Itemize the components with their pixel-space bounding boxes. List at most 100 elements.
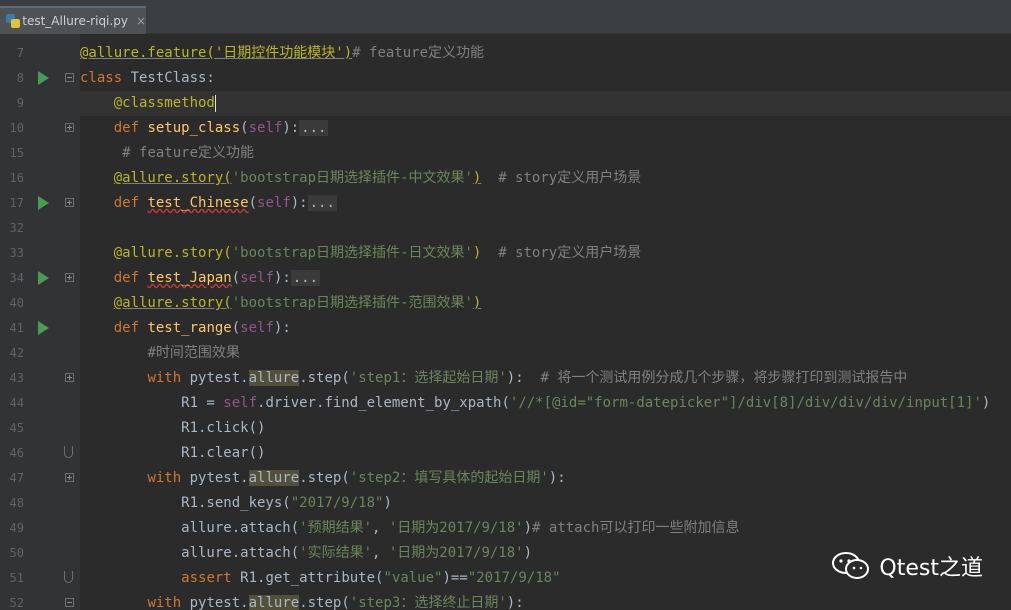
code-text: with pytest.allure.step('step1：选择起始日期'):… [80, 366, 907, 391]
code-token: def [113, 120, 148, 136]
code-line[interactable]: 9 @classmethod [0, 91, 1011, 116]
line-number: 8 [16, 71, 24, 85]
code-token: ): [548, 470, 566, 486]
code-token: 'step1：选择起始日期' [349, 370, 507, 386]
code-token: 'step3：选择终止日期' [349, 595, 507, 610]
line-number: 50 [9, 546, 24, 560]
line-number: 48 [9, 496, 24, 510]
code-token: self [248, 120, 283, 136]
code-text: R1.clear() [80, 441, 265, 466]
code-token: pytest. [189, 470, 249, 486]
code-line[interactable]: 8 class TestClass: [0, 66, 1011, 91]
code-token: test_Japan [147, 270, 232, 286]
code-text: def test_range(self): [80, 316, 291, 341]
code-token: ) [523, 545, 533, 561]
code-token: '日期为2017/9/18' [388, 520, 524, 536]
close-tab-icon[interactable]: × [136, 14, 146, 28]
code-token: R1.click() [80, 420, 266, 436]
run-test-icon[interactable] [38, 271, 49, 285]
code-token: '实际结果' [299, 545, 373, 561]
code-token: 'bootstrap日期选择插件-范围效果' [231, 295, 473, 311]
line-number: 49 [9, 521, 24, 535]
expand-fold-icon[interactable] [65, 123, 74, 132]
editor-tab[interactable]: test_Allure-riqi.py × [0, 6, 146, 34]
run-test-icon[interactable] [38, 321, 49, 335]
code-token: 'bootstrap日期选择插件-日文效果' [231, 245, 473, 261]
code-line[interactable]: 46 R1.clear() [0, 441, 1011, 466]
code-line[interactable]: 10 def setup_class(self):... [0, 116, 1011, 141]
code-text: @classmethod [80, 91, 216, 116]
code-token: 'bootstrap日期选择插件-中文效果' [231, 170, 473, 186]
code-token: ): [506, 595, 524, 610]
line-number: 10 [9, 121, 24, 135]
line-number: 34 [9, 271, 24, 285]
code-token: ) [383, 495, 392, 511]
code-text: def test_Chinese(self):... [80, 191, 337, 216]
code-token: self [257, 195, 291, 211]
line-number: 40 [9, 296, 24, 310]
line-number: 15 [9, 146, 24, 160]
expand-fold-icon[interactable] [65, 273, 74, 282]
code-token: 'step2：填写具体的起始日期' [349, 470, 549, 486]
code-line[interactable]: 17 def test_Chinese(self):... [0, 191, 1011, 216]
code-text: @allure.story('bootstrap日期选择插件-日文效果') # … [80, 241, 641, 266]
code-token: allure.attach( [80, 520, 300, 536]
code-token: ... [299, 120, 329, 136]
code-token: R1.clear() [80, 445, 266, 461]
code-line[interactable]: 47 with pytest.allure.step('step2：填写具体的起… [0, 466, 1011, 491]
code-line[interactable]: 16 @allure.story('bootstrap日期选择插件-中文效果')… [0, 166, 1011, 191]
code-line[interactable]: 49 allure.attach('预期结果', '日期为2017/9/18')… [0, 516, 1011, 541]
code-line[interactable]: 44 R1 = self.driver.find_element_by_xpat… [0, 391, 1011, 416]
code-token: class [80, 70, 131, 86]
text-caret [214, 94, 216, 112]
line-number: 43 [9, 371, 24, 385]
code-token: # story定义用户场景 [498, 245, 642, 261]
code-token: @allure.story( [113, 170, 232, 186]
code-text: @allure.feature('日期控件功能模块')# feature定义功能 [80, 41, 484, 66]
code-token: R1.get_attribute( [240, 570, 384, 586]
code-line[interactable]: 40 @allure.story('bootstrap日期选择插件-范围效果') [0, 291, 1011, 316]
code-text: R1.send_keys("2017/9/18") [80, 491, 392, 516]
code-line[interactable]: 48 R1.send_keys("2017/9/18") [0, 491, 1011, 516]
code-token: ): [273, 320, 291, 336]
code-line[interactable]: 45 R1.click() [0, 416, 1011, 441]
code-line[interactable]: 41 def test_range(self): [0, 316, 1011, 341]
run-test-icon[interactable] [38, 196, 49, 210]
code-token: allure [248, 370, 300, 386]
code-line[interactable]: 32 [0, 216, 1011, 241]
line-number: 45 [9, 421, 24, 435]
code-line[interactable]: 52 with pytest.allure.step('step3：选择终止日期… [0, 591, 1011, 610]
code-line[interactable]: 33 @allure.story('bootstrap日期选择插件-日文效果')… [0, 241, 1011, 266]
code-token: # story定义用户场景 [498, 170, 642, 186]
fold-end-icon[interactable] [64, 571, 73, 583]
collapse-fold-icon[interactable] [65, 598, 74, 607]
line-number: 17 [9, 196, 24, 210]
expand-fold-icon[interactable] [65, 373, 74, 382]
code-line[interactable]: 34 def test_Japan(self):... [0, 266, 1011, 291]
code-line[interactable]: 43 with pytest.allure.step('step1：选择起始日期… [0, 366, 1011, 391]
fold-end-icon[interactable] [64, 446, 73, 458]
code-token: allure [248, 595, 300, 610]
code-token: ): [282, 120, 300, 136]
python-file-icon [6, 14, 20, 28]
expand-fold-icon[interactable] [65, 198, 74, 207]
code-line[interactable]: 15 # feature定义功能 [0, 141, 1011, 166]
run-test-icon[interactable] [38, 71, 49, 85]
code-line[interactable]: 7 @allure.feature('日期控件功能模块')# feature定义功… [0, 41, 1011, 66]
code-token: )== [442, 570, 468, 586]
expand-fold-icon[interactable] [65, 473, 74, 482]
code-token: # attach可以打印一些附加信息 [532, 520, 740, 536]
collapse-fold-icon[interactable] [65, 73, 74, 82]
code-line[interactable]: 42 #时间范围效果 [0, 341, 1011, 366]
code-text: @allure.story('bootstrap日期选择插件-范围效果') [80, 291, 482, 316]
code-token: , [372, 545, 389, 561]
